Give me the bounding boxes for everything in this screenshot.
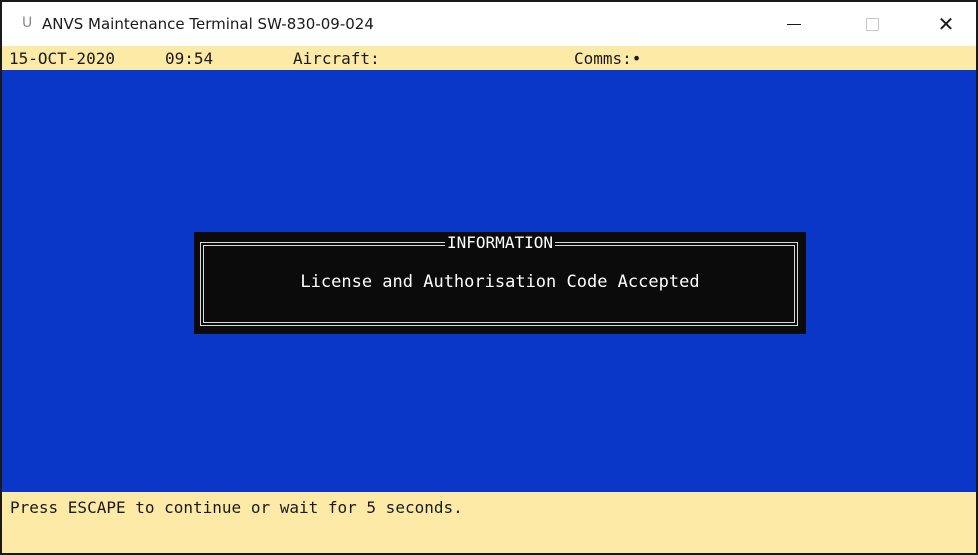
information-dialog: INFORMATION License and Authorisation Co… [194, 232, 806, 334]
maximize-icon [865, 17, 879, 31]
footer-message: Press ESCAPE to continue or wait for 5 s… [10, 498, 463, 517]
terminal-window: U ANVS Maintenance Terminal SW-830-09-02… [0, 0, 978, 555]
minimize-button[interactable] [764, 2, 824, 46]
dialog-title-row: INFORMATION [194, 233, 806, 252]
close-button[interactable]: ✕ [916, 2, 976, 46]
window-title: ANVS Maintenance Terminal SW-830-09-024 [42, 15, 374, 33]
title-bar: U ANVS Maintenance Terminal SW-830-09-02… [2, 2, 976, 46]
message-bar: Press ESCAPE to continue or wait for 5 s… [2, 492, 976, 553]
minimize-icon [787, 23, 801, 25]
status-date: 15-OCT-2020 [9, 49, 115, 68]
terminal-screen: INFORMATION License and Authorisation Co… [2, 70, 976, 492]
status-comms-label: Comms:• [574, 49, 642, 68]
maximize-button[interactable] [842, 2, 902, 46]
dialog-message: License and Authorisation Code Accepted [300, 272, 700, 292]
status-aircraft-label: Aircraft: [293, 49, 380, 68]
close-icon: ✕ [937, 12, 955, 36]
status-time: 09:54 [165, 49, 214, 68]
status-bar: 15-OCT-2020 09:54 Aircraft: Comms:• [2, 46, 976, 70]
dialog-title: INFORMATION [445, 233, 555, 252]
app-icon: U [22, 15, 33, 31]
